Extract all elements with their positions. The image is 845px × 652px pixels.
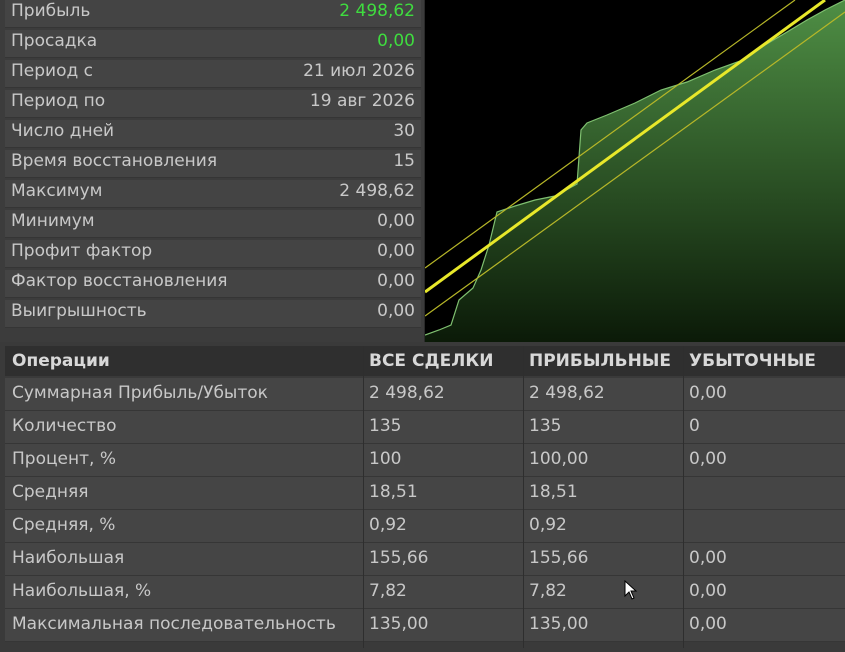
stat-label: Период по (11, 91, 106, 111)
stat-row-profit-factor: Профит фактор 0,00 (5, 240, 421, 268)
table-row: Средняя 18,51 18,51 (5, 477, 845, 510)
row-label: Наибольшая, % (12, 581, 152, 601)
table-row: Средняя, % 0,92 0,92 (5, 510, 845, 543)
stat-value: 15 (393, 151, 415, 171)
all-trades-cell: 155,66 (369, 548, 429, 568)
row-label: Средняя (12, 482, 89, 502)
all-trades-cell: 135 (369, 416, 402, 436)
stat-row-days: Число дней 30 (5, 120, 421, 148)
stat-value: 0,00 (377, 31, 415, 51)
equity-chart (424, 0, 845, 342)
stat-label: Просадка (11, 31, 98, 51)
stat-value: 19 авг 2026 (309, 91, 415, 111)
stat-label: Фактор восстановления (11, 271, 228, 291)
losing-cell: 0,00 (689, 449, 727, 469)
table-header: Операции ВСЕ СДЕЛКИ ПРИБЫЛЬНЫЕ УБЫТОЧНЫЕ (5, 346, 845, 376)
profitable-cell: 7,82 (529, 581, 567, 601)
operations-table: Операции ВСЕ СДЕЛКИ ПРИБЫЛЬНЫЕ УБЫТОЧНЫЕ… (0, 342, 845, 652)
losing-cell: 0 (689, 416, 700, 436)
row-label: Процент, % (12, 449, 116, 469)
stat-label: Период с (11, 61, 93, 81)
stat-label: Минимум (11, 211, 95, 231)
stat-label: Время восстановления (11, 151, 218, 171)
header-profitable[interactable]: ПРИБЫЛЬНЫЕ (529, 351, 671, 371)
profitable-cell: 155,66 (529, 548, 589, 568)
all-trades-cell: 18,51 (369, 482, 418, 502)
row-label: Суммарная Прибыль/Убыток (12, 383, 268, 403)
stat-value: 2 498,62 (339, 1, 415, 21)
stat-row-win-rate: Выигрышность 0,00 (5, 300, 421, 328)
all-trades-cell: 135,00 (369, 614, 429, 634)
losing-cell: 0,00 (689, 581, 727, 601)
stat-label: Максимум (11, 181, 103, 201)
losing-cell: 0,00 (689, 614, 727, 634)
stat-value: 0,00 (377, 301, 415, 321)
profitable-cell: 0,92 (529, 515, 567, 535)
stat-value: 21 июл 2026 (303, 61, 415, 81)
all-trades-cell: 0,92 (369, 515, 407, 535)
profitable-cell: 18,51 (529, 482, 578, 502)
row-label: Максимальная последовательность (12, 614, 336, 634)
losing-cell: 0,00 (689, 548, 727, 568)
stat-value: 2 498,62 (339, 181, 415, 201)
row-label: Наибольшая (12, 548, 125, 568)
row-label: Количество (12, 416, 117, 436)
all-trades-cell: 7,82 (369, 581, 407, 601)
stat-row-period-to: Период по 19 авг 2026 (5, 90, 421, 118)
all-trades-cell: 2 498,62 (369, 383, 445, 403)
profitable-cell: 2 498,62 (529, 383, 605, 403)
table-row: Суммарная Прибыль/Убыток 2 498,62 2 498,… (5, 378, 845, 411)
row-label: Средняя, % (12, 515, 116, 535)
losing-cell: 0,00 (689, 383, 727, 403)
stat-row-recovery-time: Время восстановления 15 (5, 150, 421, 178)
stat-row-minimum: Минимум 0,00 (5, 210, 421, 238)
stat-value: 30 (393, 121, 415, 141)
statistics-panel: Прибыль 2 498,62 Просадка 0,00 Период с … (0, 0, 425, 342)
profitable-cell: 135 (529, 416, 562, 436)
stat-row-profit: Прибыль 2 498,62 (5, 0, 421, 28)
column-divider (683, 346, 684, 648)
stat-value: 0,00 (377, 271, 415, 291)
all-trades-cell: 100 (369, 449, 402, 469)
stat-row-period-from: Период с 21 июл 2026 (5, 60, 421, 88)
table-row: Наибольшая 155,66 155,66 0,00 (5, 543, 845, 576)
header-all-trades[interactable]: ВСЕ СДЕЛКИ (369, 351, 493, 371)
table-row: Максимальная последовательность 135,00 1… (5, 609, 845, 642)
header-losing[interactable]: УБЫТОЧНЫЕ (689, 351, 816, 371)
equity-chart-svg (424, 0, 845, 342)
stat-value: 0,00 (377, 211, 415, 231)
mouse-pointer-icon (624, 579, 638, 604)
stat-label: Выигрышность (11, 301, 147, 321)
table-row: Количество 135 135 0 (5, 411, 845, 444)
profitable-cell: 100,00 (529, 449, 589, 469)
equity-area (425, 0, 845, 342)
stat-row-drawdown: Просадка 0,00 (5, 30, 421, 58)
stat-row-recovery-factor: Фактор восстановления 0,00 (5, 270, 421, 298)
table-row: Наибольшая, % 7,82 7,82 0,00 (5, 576, 845, 609)
stat-label: Число дней (11, 121, 115, 141)
header-operations[interactable]: Операции (12, 351, 110, 371)
stat-label: Прибыль (11, 1, 91, 21)
stat-label: Профит фактор (11, 241, 153, 261)
column-divider (363, 346, 364, 648)
table-row: Процент, % 100 100,00 0,00 (5, 444, 845, 477)
stat-row-maximum: Максимум 2 498,62 (5, 180, 421, 208)
stat-value: 0,00 (377, 241, 415, 261)
profitable-cell: 135,00 (529, 614, 589, 634)
column-divider (523, 346, 524, 648)
